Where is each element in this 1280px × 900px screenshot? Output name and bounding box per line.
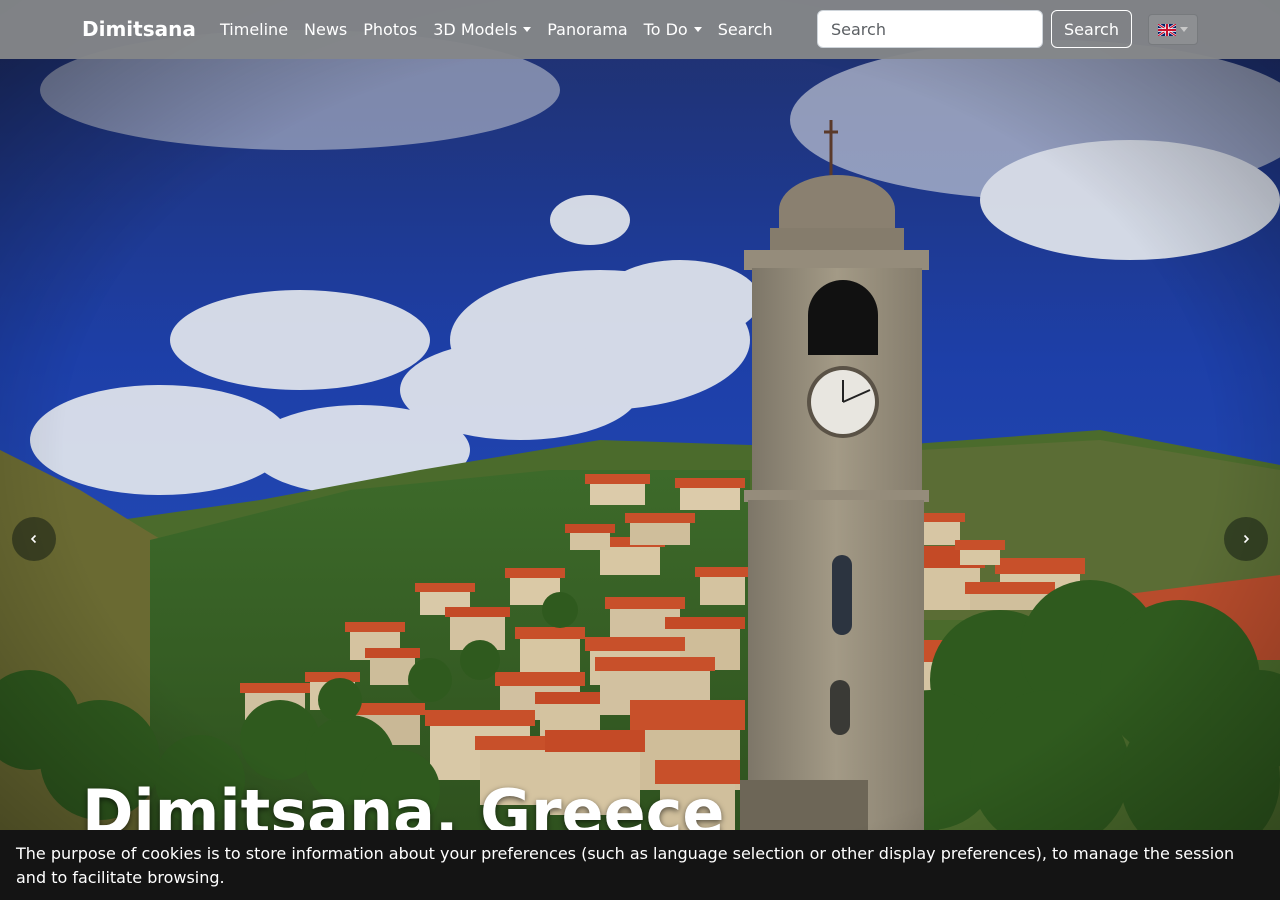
search-button[interactable]: Search — [1051, 10, 1132, 48]
navbar: Dimitsana Timeline News Photos 3D Models… — [0, 0, 1280, 59]
nav-link-timeline[interactable]: Timeline — [212, 20, 296, 39]
nav-link-label: News — [304, 20, 348, 39]
nav-link-label: Timeline — [220, 20, 289, 39]
nav-links: Timeline News Photos 3D Models Panorama … — [212, 0, 781, 59]
hero-image-dimitsana — [0, 0, 1280, 900]
caret-down-icon — [1180, 27, 1188, 32]
nav-link-label: 3D Models — [433, 20, 518, 39]
chevron-left-icon — [30, 534, 37, 544]
cookie-notice-bar: The purpose of cookies is to store infor… — [0, 830, 1280, 900]
carousel-prev-button[interactable] — [12, 517, 56, 561]
chevron-right-icon — [1243, 534, 1250, 544]
nav-link-label: Photos — [363, 20, 418, 39]
carousel-next-button[interactable] — [1224, 517, 1268, 561]
nav-dropdown-to-do[interactable]: To Do — [636, 20, 710, 39]
hero-carousel — [0, 0, 1280, 900]
search-input[interactable] — [817, 10, 1043, 48]
brand-link[interactable]: Dimitsana — [82, 17, 196, 41]
nav-link-label: To Do — [643, 20, 688, 39]
cookie-notice-text: The purpose of cookies is to store infor… — [16, 844, 1235, 887]
nav-link-label: Panorama — [547, 20, 628, 39]
nav-link-news[interactable]: News — [296, 20, 355, 39]
nav-link-search[interactable]: Search — [710, 20, 781, 39]
nav-link-panorama[interactable]: Panorama — [539, 20, 635, 39]
language-selector-button[interactable] — [1148, 14, 1198, 45]
caret-down-icon — [523, 27, 532, 32]
caret-down-icon — [693, 27, 702, 32]
nav-link-photos[interactable]: Photos — [355, 20, 425, 39]
nav-link-label: Search — [717, 20, 773, 39]
nav-dropdown-3d-models[interactable]: 3D Models — [425, 20, 539, 39]
uk-flag-icon — [1158, 23, 1176, 36]
